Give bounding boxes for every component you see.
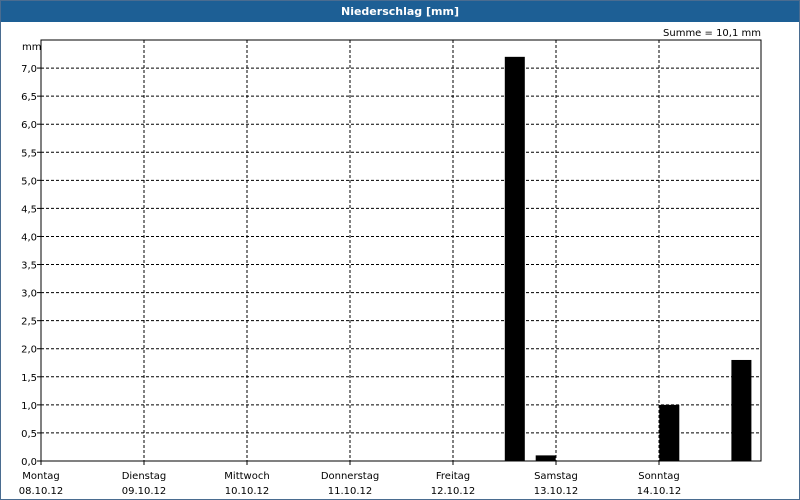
x-tick-day: Freitag [436, 471, 470, 482]
y-tick-label: 6,0 [21, 120, 37, 131]
x-tick-date: 11.10.12 [328, 486, 373, 497]
x-tick-day: Montag [22, 471, 59, 482]
y-tick-label: 2,5 [21, 317, 37, 328]
x-tick-date: 13.10.12 [534, 486, 579, 497]
summe-annotation: Summe = 10,1 mm [663, 28, 761, 39]
y-tick-label: 5,5 [21, 148, 37, 159]
y-tick-label: 0,0 [21, 457, 37, 468]
plot-area [40, 39, 762, 462]
x-tick-day: Samstag [534, 471, 578, 482]
y-tick-label: 0,5 [21, 429, 37, 440]
bar [535, 455, 556, 461]
y-tick-labels: 0,0 0,5 1,0 1,5 2,0 2,5 3,0 3,5 4,0 4,5 5,0 5,5 6,0 6… [21, 64, 37, 468]
x-tick-day: Sonntag [638, 471, 680, 482]
x-tick-day: Donnerstag [321, 471, 379, 482]
bar [659, 404, 680, 461]
y-tick-label: 3,5 [21, 261, 37, 272]
y-tick-label: 7,0 [21, 64, 37, 75]
y-tick-label: 2,0 [21, 345, 37, 356]
y-tick-label: 5,0 [21, 176, 37, 187]
x-tick-date: 14.10.12 [637, 486, 682, 497]
x-tick-date: 09.10.12 [122, 486, 167, 497]
precipitation-chart: 0,0 0,5 1,0 1,5 2,0 2,5 3,0 3,5 4,0 4,5 5,0 5,5 6,0 6… [19, 28, 762, 497]
x-tick-labels: Montag 08.10.12 Dienstag 09.10.12 Mittwoch 10… [19, 471, 682, 497]
x-tick-day: Dienstag [122, 471, 167, 482]
x-tick-day: Mittwoch [224, 471, 269, 482]
y-tick-label: 4,0 [21, 232, 37, 243]
bar [731, 359, 752, 461]
x-tick-date: 08.10.12 [19, 486, 64, 497]
y-tick-label: 3,0 [21, 289, 37, 300]
y-tick-label: 1,0 [21, 401, 37, 412]
x-tick-date: 10.10.12 [225, 486, 270, 497]
bar [504, 56, 525, 462]
y-axis-label: mm [22, 42, 41, 53]
y-tick-label: 6,5 [21, 92, 37, 103]
x-tick-date: 12.10.12 [431, 486, 476, 497]
y-tick-label: 4,5 [21, 204, 37, 215]
y-tick-label: 1,5 [21, 373, 37, 384]
